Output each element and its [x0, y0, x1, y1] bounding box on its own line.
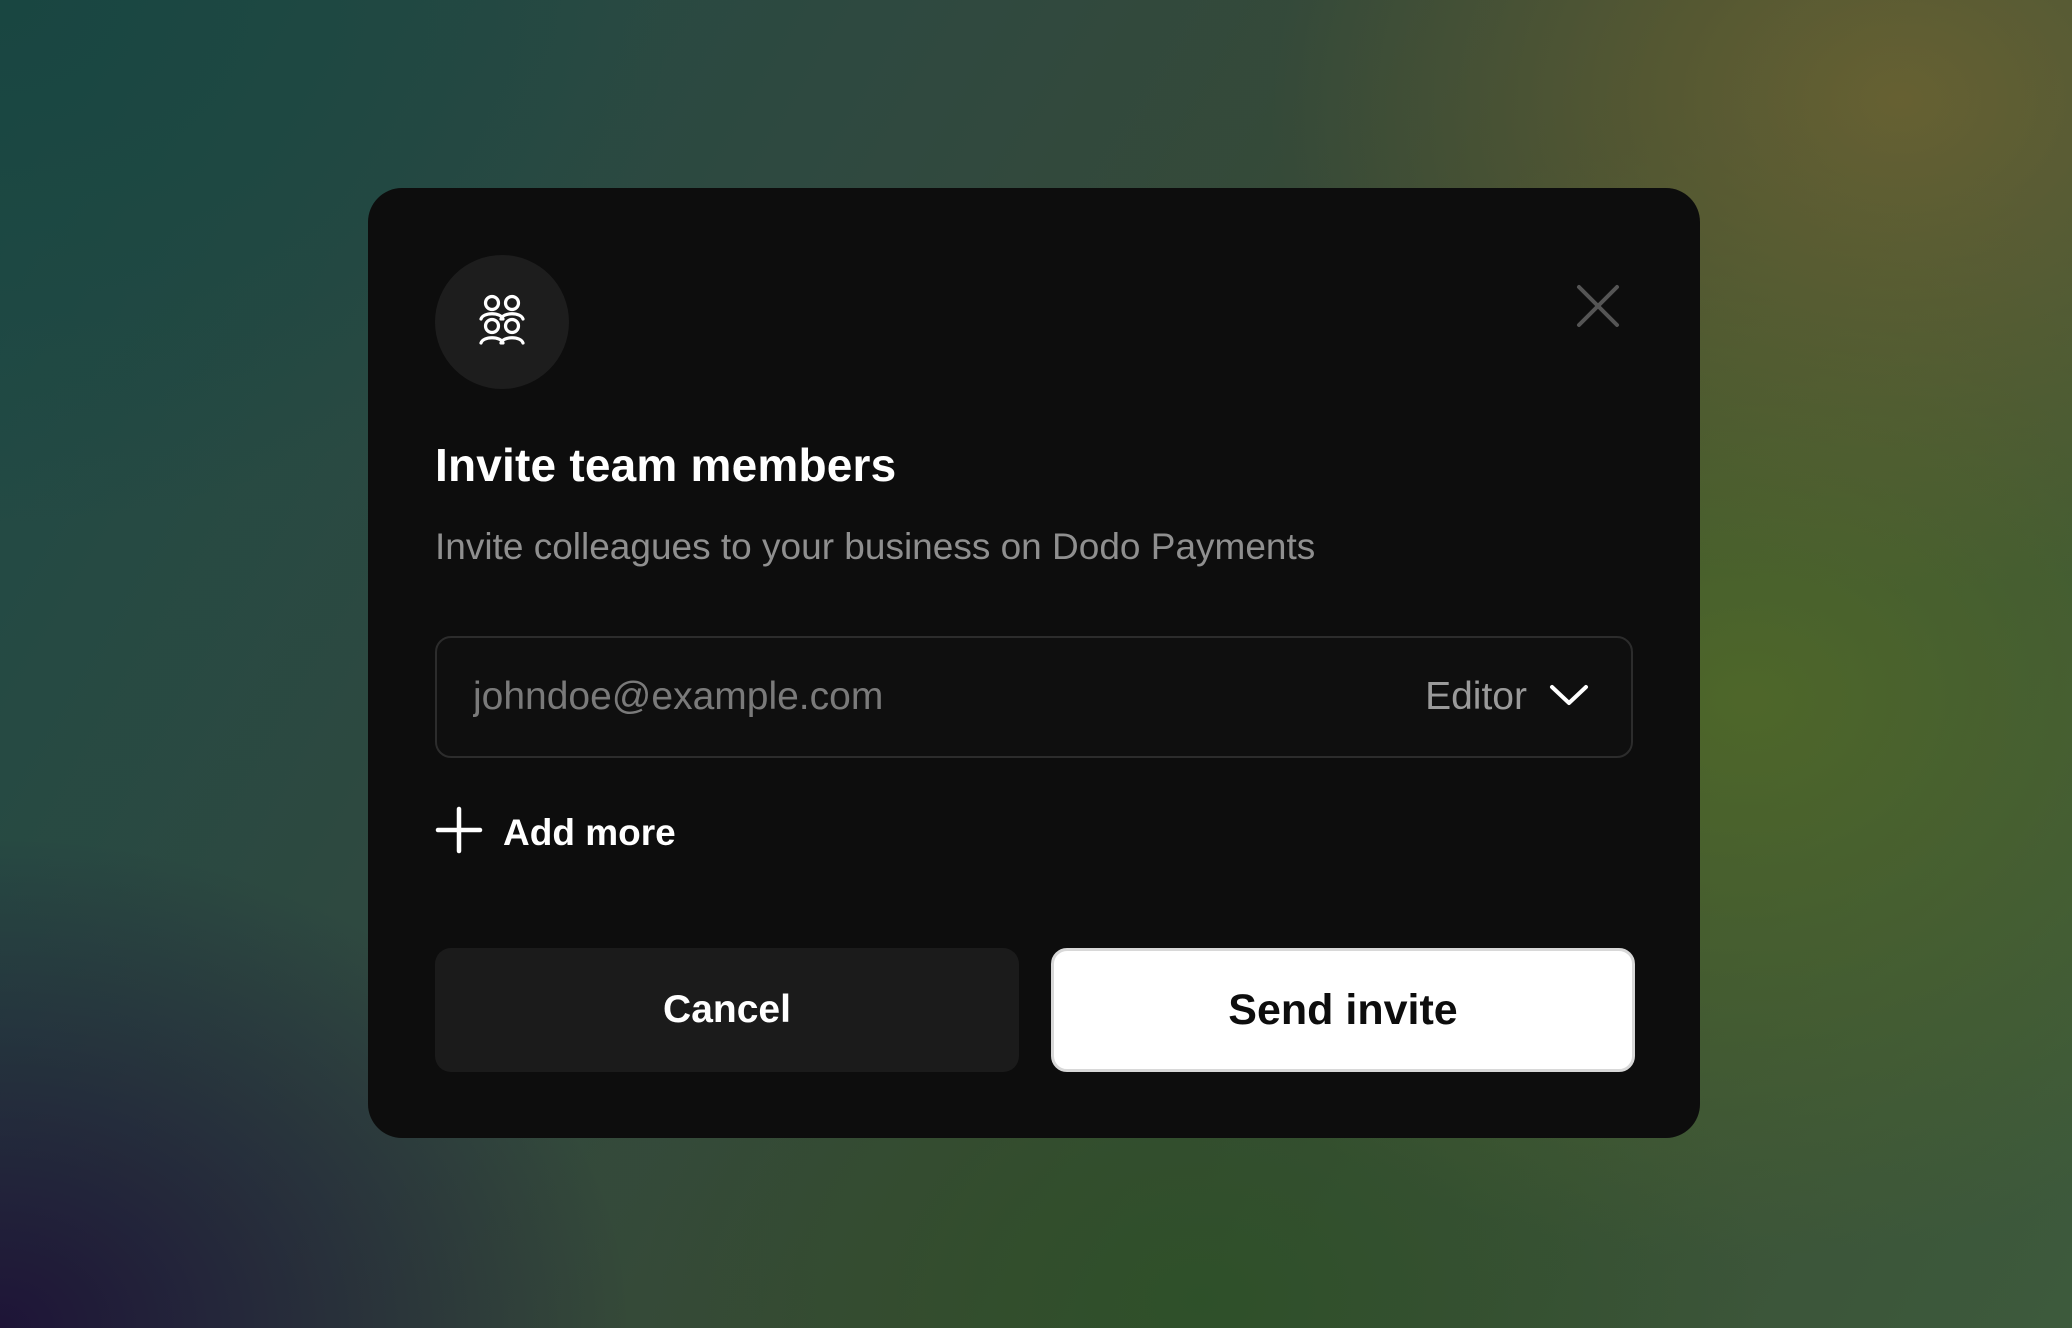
dialog-subtitle: Invite colleagues to your business on Do…: [435, 526, 1316, 567]
invite-team-dialog: Invite team members Invite colleagues to…: [368, 188, 1700, 1138]
role-select-value: Editor: [1425, 675, 1527, 718]
send-invite-button[interactable]: Send invite: [1051, 948, 1635, 1072]
add-more-button[interactable]: Add more: [435, 806, 676, 859]
plus-icon: [435, 806, 483, 859]
email-input[interactable]: [437, 638, 1426, 756]
team-users-icon: [473, 291, 531, 354]
chevron-down-icon: [1549, 683, 1589, 712]
close-icon: [1576, 284, 1620, 333]
role-select[interactable]: Editor: [1425, 638, 1631, 756]
close-button[interactable]: [1568, 278, 1628, 338]
cancel-button[interactable]: Cancel: [435, 948, 1019, 1072]
dialog-title: Invite team members: [435, 439, 897, 491]
invite-entry-row: Editor: [435, 636, 1633, 758]
team-icon-badge: [435, 255, 569, 389]
add-more-label: Add more: [503, 811, 676, 853]
